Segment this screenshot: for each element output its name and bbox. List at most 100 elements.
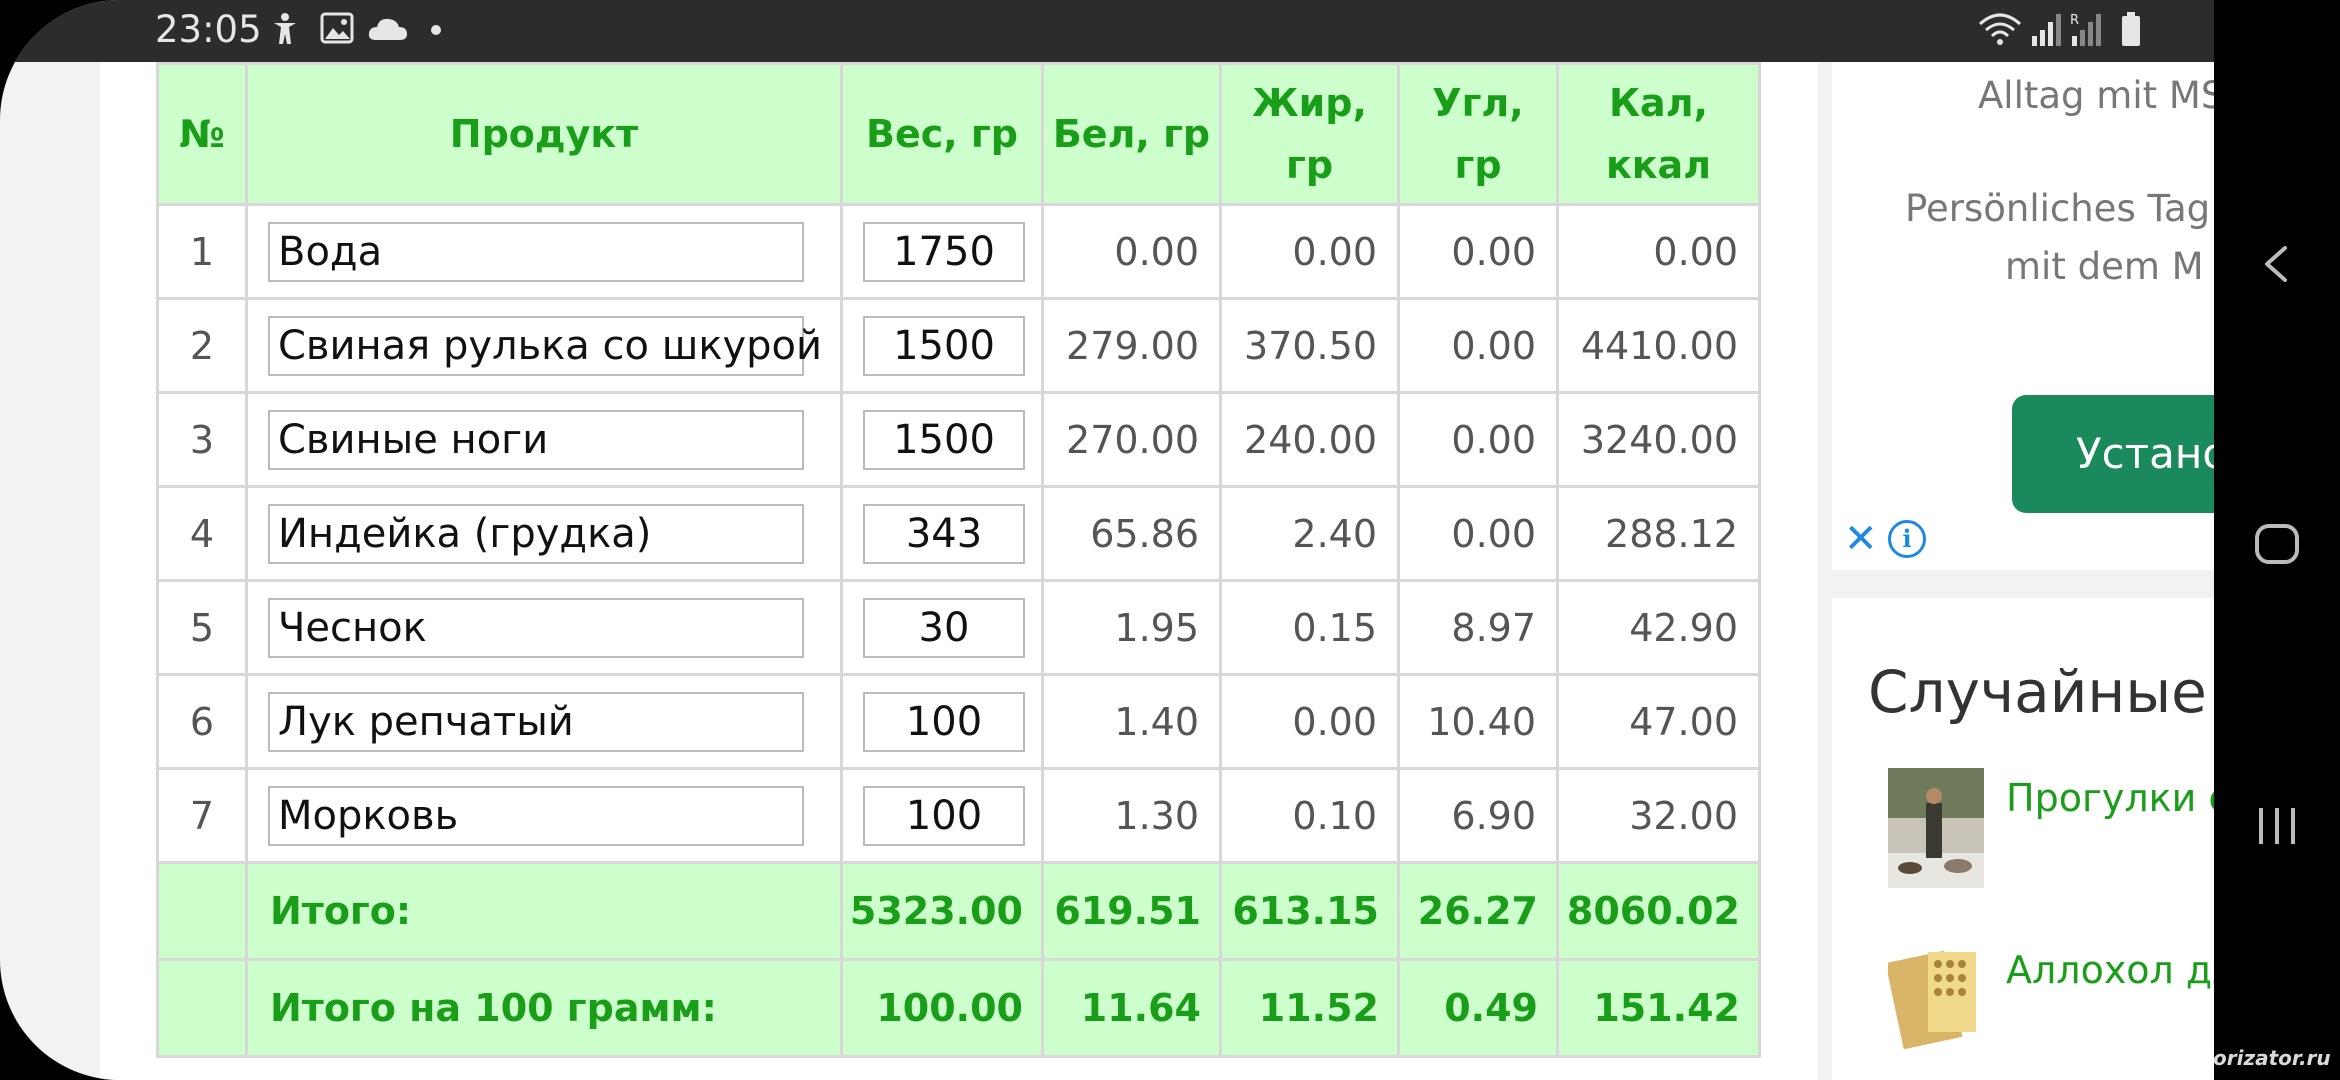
random-articles-title: Случайные статьи [1868, 658, 2214, 726]
ad-description-line2: mit dem M [2005, 245, 2204, 288]
product-name-input[interactable]: Свиная рулька со шкурой [268, 315, 822, 376]
product-weight-input[interactable]: 1500 [863, 315, 1025, 376]
home-icon[interactable] [2239, 506, 2315, 582]
header-number: № [156, 62, 248, 206]
ad-headline: Alltag mit MS [1978, 74, 2214, 117]
close-icon[interactable]: ✕ [1844, 516, 1878, 562]
protein-value: 1.95 [1041, 579, 1222, 676]
total-fat: 613.15 [1219, 861, 1400, 961]
protein-value: 279.00 [1041, 297, 1222, 394]
row-number: 7 [156, 767, 248, 864]
row-number: 4 [156, 485, 248, 582]
phone-screen: 23:05 R № Продукт Вес, гр Бел, гр Жир, г… [0, 0, 2214, 1080]
ad-install-button[interactable]: Установить [2012, 395, 2214, 513]
table-row: 7 Морковь 100 1.30 0.10 6.90 32.00 [156, 767, 1761, 864]
fat-value: 0.10 [1219, 767, 1400, 864]
fat-value: 240.00 [1219, 391, 1400, 488]
total-empty-cell [156, 861, 248, 961]
recent-apps-icon[interactable] [2239, 788, 2315, 864]
product-name-input[interactable]: Чеснок [268, 597, 804, 658]
weight-cell: 1500 [840, 297, 1044, 394]
recipe-nutrition-table: № Продукт Вес, гр Бел, гр Жир, гр Угл, гр … [156, 62, 1761, 1058]
carbs-value: 8.97 [1397, 579, 1559, 676]
product-weight-input[interactable]: 30 [863, 597, 1025, 658]
table-header-row: № Продукт Вес, гр Бел, гр Жир, гр Угл, гр … [156, 62, 1761, 206]
product-name-input[interactable]: Вода [268, 221, 804, 282]
carbs-value: 0.00 [1397, 297, 1559, 394]
carbs-value: 10.40 [1397, 673, 1559, 770]
article-link[interactable]: Прогулки с собакой [2006, 776, 2214, 820]
header-carbs-line1: Угл, [1432, 81, 1524, 125]
weight-cell: 1750 [840, 203, 1044, 300]
calories-value: 0.00 [1556, 203, 1761, 300]
header-calories: Кал, ккал [1556, 62, 1761, 206]
advertisement-banner[interactable]: Alltag mit MS Persönliches Tag mit dem M… [1832, 62, 2214, 570]
wifi-icon [1978, 12, 2022, 46]
table-row: 1 Вода 1750 0.00 0.00 0.00 0.00 [156, 203, 1761, 300]
row-number: 5 [156, 579, 248, 676]
article-link[interactable]: Аллохол для [2006, 948, 2214, 992]
product-name-input[interactable]: Свиные ноги [268, 409, 804, 470]
header-carbs-line2: гр [1454, 143, 1502, 187]
row-number: 2 [156, 297, 248, 394]
per100-label: Итого на 100 грамм: [245, 958, 843, 1058]
table-row: 5 Чеснок 30 1.95 0.15 8.97 42.90 [156, 579, 1761, 676]
calories-value: 42.90 [1556, 579, 1761, 676]
carbs-value: 0.00 [1397, 391, 1559, 488]
back-icon[interactable] [2239, 226, 2315, 302]
product-name-input[interactable]: Морковь [268, 785, 804, 846]
table-row: 3 Свиные ноги 1500 270.00 240.00 0.00 32… [156, 391, 1761, 488]
total-carbs: 26.27 [1397, 861, 1559, 961]
total-label: Итого: [245, 861, 843, 961]
product-name-input[interactable]: Индейка (грудка) [268, 503, 804, 564]
site-watermark: Calorizator.ru [2178, 1046, 2331, 1070]
weight-cell: 100 [840, 767, 1044, 864]
product-weight-input[interactable]: 100 [863, 785, 1025, 846]
gallery-icon [320, 12, 354, 46]
more-notifications-dot-icon [430, 24, 442, 58]
row-number: 3 [156, 391, 248, 488]
fat-value: 0.15 [1219, 579, 1400, 676]
product-name-input[interactable]: Лук репчатый [268, 691, 804, 752]
table-row: 6 Лук репчатый 100 1.40 0.00 10.40 47.00 [156, 673, 1761, 770]
calories-value: 288.12 [1556, 485, 1761, 582]
row-number: 1 [156, 203, 248, 300]
carbs-value: 6.90 [1397, 767, 1559, 864]
product-weight-input[interactable]: 1750 [863, 221, 1025, 282]
header-carbs: Угл, гр [1397, 62, 1559, 206]
protein-value: 65.86 [1041, 485, 1222, 582]
calories-value: 3240.00 [1556, 391, 1761, 488]
fat-value: 0.00 [1219, 673, 1400, 770]
header-protein: Бел, гр [1041, 62, 1222, 206]
navigation-bar [2214, 0, 2340, 1080]
product-cell: Свиная рулька со шкурой [245, 297, 843, 394]
header-weight: Вес, гр [840, 62, 1044, 206]
protein-value: 0.00 [1041, 203, 1222, 300]
main-content: № Продукт Вес, гр Бел, гр Жир, гр Угл, гр … [100, 62, 1818, 1080]
header-fat-line1: Жир, [1252, 81, 1367, 125]
product-weight-input[interactable]: 100 [863, 691, 1025, 752]
article-thumbnail[interactable] [1888, 768, 1984, 888]
total-protein: 619.51 [1041, 861, 1222, 961]
fat-value: 0.00 [1219, 203, 1400, 300]
product-weight-input[interactable]: 1500 [863, 409, 1025, 470]
header-calories-line1: Кал, [1609, 81, 1708, 125]
status-time: 23:05 [155, 8, 262, 51]
fat-value: 2.40 [1219, 485, 1400, 582]
weight-cell: 1500 [840, 391, 1044, 488]
per100-protein: 11.64 [1041, 958, 1222, 1058]
product-weight-input[interactable]: 343 [863, 503, 1025, 564]
random-articles-widget: Случайные статьи Прогулки с собакой Алло… [1832, 598, 2214, 1080]
article-thumbnail[interactable] [1885, 938, 1984, 1058]
per100-calories: 151.42 [1556, 958, 1761, 1058]
info-icon[interactable]: i [1888, 520, 1926, 558]
weight-cell: 100 [840, 673, 1044, 770]
product-cell: Лук репчатый [245, 673, 843, 770]
weight-cell: 343 [840, 485, 1044, 582]
per100-empty-cell [156, 958, 248, 1058]
total-row: Итого: 5323.00 619.51 613.15 26.27 8060.… [156, 861, 1761, 961]
signal-strength-icon [2030, 12, 2062, 46]
roaming-signal-icon: R [2068, 12, 2104, 46]
accessibility-icon [270, 12, 300, 46]
per100-weight: 100.00 [840, 958, 1044, 1058]
